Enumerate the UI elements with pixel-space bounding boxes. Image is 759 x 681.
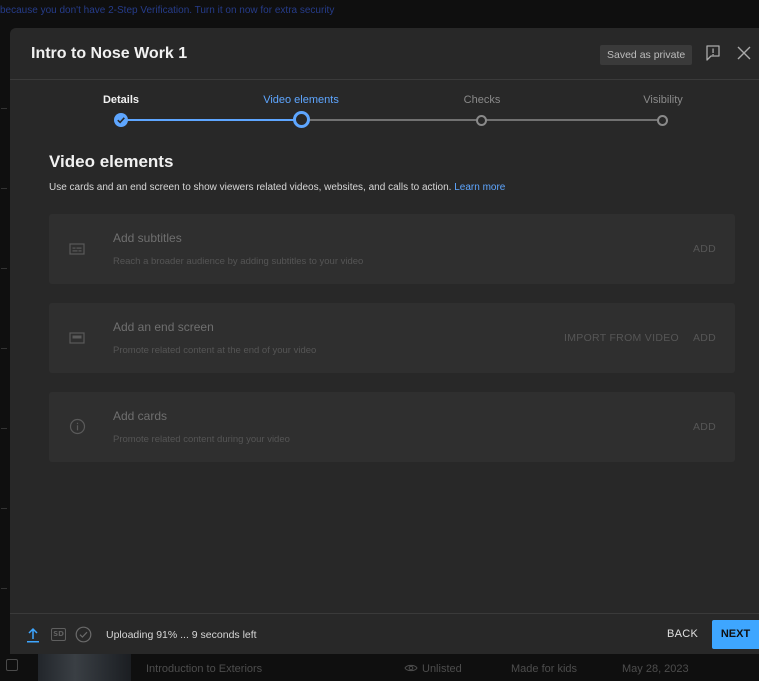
dialog-footer: SD Uploading 91% ... 9 seconds left BACK…	[10, 613, 759, 654]
add-subtitles-button[interactable]: ADD	[693, 243, 716, 255]
card-title: Add an end screen	[113, 320, 214, 334]
next-button[interactable]: NEXT	[712, 620, 759, 649]
section-description-text: Use cards and an end screen to show view…	[49, 182, 452, 193]
background-divider	[1, 188, 7, 189]
add-subtitles-card: Add subtitles Reach a broader audience b…	[49, 214, 735, 284]
step-details-dot[interactable]	[114, 113, 128, 127]
card-subtitle: Promote related content during your vide…	[113, 434, 290, 445]
subtitles-icon	[69, 243, 85, 255]
info-icon	[69, 418, 86, 435]
add-cards-card: Add cards Promote related content during…	[49, 392, 735, 462]
feedback-icon[interactable]	[704, 44, 722, 62]
progress-stepper: Details Video elements Checks Visibility	[10, 80, 759, 132]
background-divider	[1, 588, 7, 589]
row-video-title[interactable]: Introduction to Exteriors	[146, 663, 262, 675]
step-checks-dot[interactable]	[476, 115, 487, 126]
card-title: Add cards	[113, 409, 168, 423]
add-end-screen-card: Add an end screen Promote related conten…	[49, 303, 735, 373]
upload-status-text: Uploading 91% ... 9 seconds left	[106, 629, 257, 641]
row-checkbox[interactable]	[6, 659, 18, 671]
background-divider	[1, 268, 7, 269]
dialog-title: Intro to Nose Work 1	[31, 45, 188, 62]
background-divider	[1, 108, 7, 109]
step-connector-done	[121, 119, 301, 121]
row-visibility: Unlisted	[404, 663, 462, 675]
import-from-video-button[interactable]: IMPORT FROM VIDEO	[564, 332, 679, 344]
card-subtitle: Promote related content at the end of yo…	[113, 345, 317, 356]
checkmark-icon	[117, 117, 125, 124]
video-thumbnail[interactable]	[38, 654, 131, 681]
checks-status-icon[interactable]	[75, 626, 92, 643]
row-audience: Made for kids	[511, 663, 578, 675]
section-title: Video elements	[49, 152, 174, 171]
add-cards-button[interactable]: ADD	[693, 421, 716, 433]
card-title: Add subtitles	[113, 231, 182, 245]
saved-status-badge: Saved as private	[600, 45, 693, 65]
step-video-elements-dot[interactable]	[293, 111, 310, 128]
upload-icon[interactable]	[26, 627, 40, 643]
step-visibility[interactable]: Visibility	[643, 94, 683, 106]
upload-dialog: Intro to Nose Work 1 Saved as private De…	[10, 28, 759, 654]
row-date: May 28, 2023	[622, 663, 689, 675]
background-divider	[1, 348, 7, 349]
section-description: Use cards and an end screen to show view…	[49, 182, 505, 193]
step-video-elements[interactable]: Video elements	[263, 94, 339, 106]
learn-more-link[interactable]: Learn more	[454, 182, 505, 193]
close-icon[interactable]	[736, 45, 752, 61]
row-visibility-label: Unlisted	[422, 663, 462, 675]
sd-quality-icon[interactable]: SD	[51, 628, 66, 641]
end-screen-icon	[69, 332, 85, 344]
eye-icon	[404, 664, 418, 672]
background-divider	[1, 428, 7, 429]
background-video-row[interactable]: Introduction to Exteriors Unlisted Made …	[0, 654, 759, 681]
security-banner-text[interactable]: because you don't have 2-Step Verificati…	[0, 5, 334, 16]
background-divider	[1, 508, 7, 509]
card-subtitle: Reach a broader audience by adding subti…	[113, 256, 364, 267]
back-button[interactable]: BACK	[667, 628, 698, 640]
step-checks[interactable]: Checks	[464, 94, 501, 106]
add-end-screen-button[interactable]: ADD	[693, 332, 716, 344]
dialog-header: Intro to Nose Work 1 Saved as private	[10, 28, 759, 80]
step-visibility-dot[interactable]	[657, 115, 668, 126]
security-banner: because you don't have 2-Step Verificati…	[0, 0, 759, 28]
background-left-edge	[0, 28, 10, 658]
step-details[interactable]: Details	[103, 94, 139, 106]
